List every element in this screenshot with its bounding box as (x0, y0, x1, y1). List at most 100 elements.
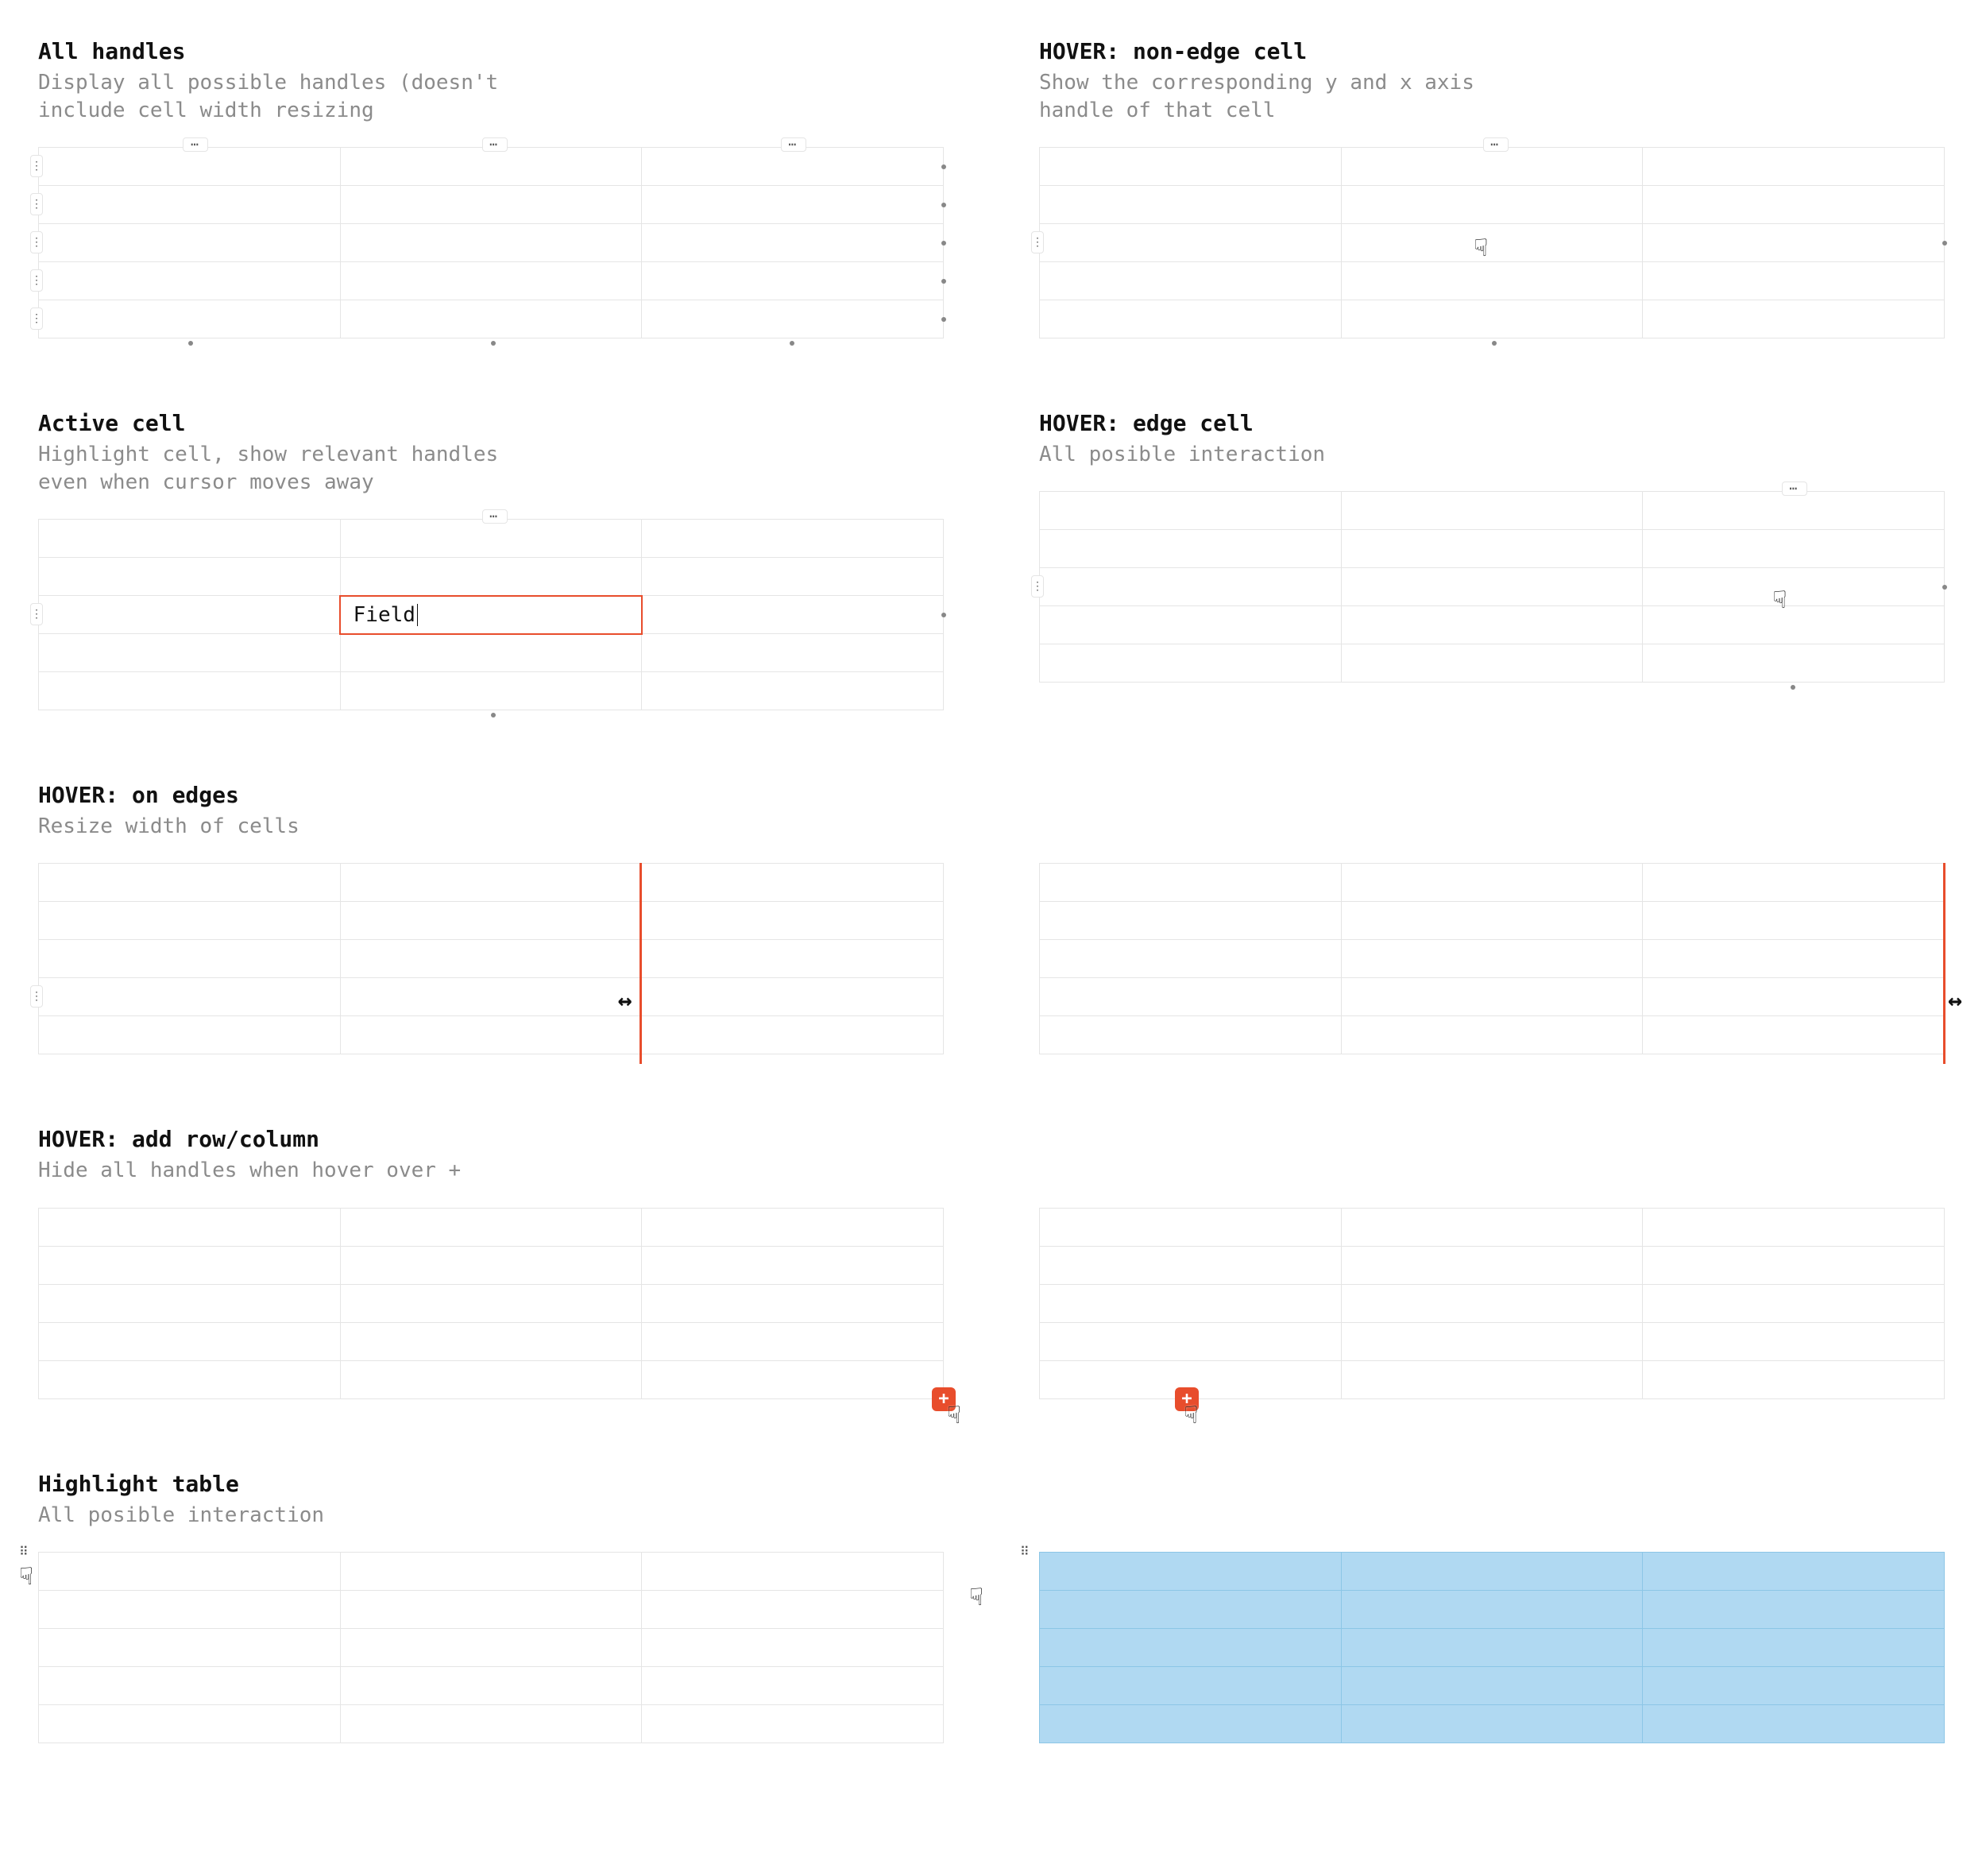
edge-dot-icon[interactable] (941, 164, 946, 169)
table-row (39, 224, 944, 262)
row-handle-icon[interactable]: ⋮ (30, 193, 43, 215)
table-row (39, 1360, 944, 1398)
table-row (1040, 568, 1945, 606)
row-handle-icon[interactable]: ⋮ (30, 155, 43, 177)
table[interactable] (38, 1208, 944, 1399)
heading: HOVER: non-edge cell (1039, 38, 1945, 64)
table-row (39, 902, 944, 940)
section-active-cell: Active cell Highlight cell, show relevan… (38, 410, 944, 710)
col-handle-icon[interactable]: ⋯ (1483, 137, 1509, 152)
table-row (39, 520, 944, 558)
heading: HOVER: add row/column (38, 1126, 1945, 1152)
column-resize-handle[interactable] (639, 863, 642, 1064)
heading: All handles (38, 38, 944, 64)
edge-dot-icon[interactable] (1942, 585, 1947, 590)
table-row (1040, 1208, 1945, 1246)
edge-dot-icon[interactable] (1492, 341, 1497, 346)
subheading: Highlight cell, show relevant handles ev… (38, 441, 531, 497)
table-row (39, 1704, 944, 1743)
edge-dot-icon[interactable] (941, 241, 946, 246)
subheading: Display all possible handles (doesn't in… (38, 69, 531, 125)
table-row (39, 1552, 944, 1590)
table-row (39, 864, 944, 902)
table-row (39, 1284, 944, 1322)
table[interactable] (1039, 491, 1945, 683)
row-handle-icon[interactable]: ⋮ (30, 269, 43, 292)
subheading: All posible interaction (38, 1502, 531, 1530)
move-handle-icon[interactable]: ⠿ (1020, 1545, 1034, 1560)
edge-dot-icon[interactable] (1791, 685, 1795, 690)
col-handle-icon[interactable]: ⋯ (183, 137, 208, 152)
subheading: Resize width of cells (38, 813, 531, 841)
table[interactable] (1039, 1208, 1945, 1399)
edge-dot-icon[interactable] (941, 279, 946, 284)
subheading: Show the corresponding y and x axis hand… (1039, 69, 1532, 125)
edge-dot-icon[interactable] (491, 713, 496, 718)
hand-cursor-icon: ☟ (969, 1584, 983, 1611)
table-row (1040, 940, 1945, 978)
edge-dot-icon[interactable] (790, 341, 794, 346)
move-handle-icon[interactable]: ⠿ (19, 1545, 33, 1560)
edge-dot-icon[interactable] (941, 613, 946, 617)
col-handle-icon[interactable]: ⋯ (482, 509, 508, 524)
table[interactable]: Field (38, 519, 944, 710)
resize-cursor-icon: ↔ (1948, 987, 1962, 1015)
row-handle-icon[interactable]: ⋮ (30, 985, 43, 1008)
table-row (39, 978, 944, 1016)
table-row (39, 300, 944, 338)
row-handle-icon[interactable]: ⋮ (30, 231, 43, 253)
table[interactable] (1039, 147, 1945, 338)
active-cell[interactable]: Field (340, 596, 642, 634)
table-row (39, 1666, 944, 1704)
subheading: Hide all handles when hover over + (38, 1157, 531, 1185)
table-row (39, 940, 944, 978)
section-highlight-table: Highlight table All posible interaction … (38, 1471, 1945, 1743)
table-row (1040, 300, 1945, 338)
table-row: Field (39, 596, 944, 634)
subheading: All posible interaction (1039, 441, 1532, 469)
section-hover-add: HOVER: add row/column Hide all handles w… (38, 1126, 1945, 1398)
section-hover-on-edges: HOVER: on edges Resize width of cells ⋮ … (38, 782, 1945, 1054)
heading: Highlight table (38, 1471, 1945, 1497)
row-handle-icon[interactable]: ⋮ (30, 603, 43, 625)
table-row (1040, 1246, 1945, 1284)
hand-cursor-icon: ☟ (19, 1563, 33, 1591)
edge-dot-icon[interactable] (188, 341, 193, 346)
add-button[interactable]: + (1175, 1387, 1199, 1411)
edge-dot-icon[interactable] (1942, 241, 1947, 246)
col-handle-icon[interactable]: ⋯ (1782, 482, 1807, 496)
table-row (39, 186, 944, 224)
table-row (1040, 262, 1945, 300)
table[interactable] (38, 863, 944, 1054)
table-row (1040, 864, 1945, 902)
table-row (1040, 224, 1945, 262)
edge-dot-icon[interactable] (941, 317, 946, 322)
edge-dot-icon[interactable] (941, 203, 946, 207)
edge-dot-icon[interactable] (491, 341, 496, 346)
cell-text: Field (354, 603, 415, 627)
row-handle-icon[interactable]: ⋮ (1031, 575, 1044, 598)
table[interactable] (38, 147, 944, 338)
table-row (39, 672, 944, 710)
section-hover-edge: HOVER: edge cell All posible interaction… (1039, 410, 1945, 710)
table-row (1040, 492, 1945, 530)
add-button[interactable]: + (932, 1387, 956, 1411)
table-row (1040, 978, 1945, 1016)
table-row (1040, 148, 1945, 186)
col-handle-icon[interactable]: ⋯ (482, 137, 508, 152)
table[interactable] (38, 1552, 944, 1743)
col-handle-icon[interactable]: ⋯ (781, 137, 806, 152)
table-row (1040, 902, 1945, 940)
table-row (1040, 1590, 1945, 1628)
row-handle-icon[interactable]: ⋮ (1031, 231, 1044, 253)
heading: HOVER: edge cell (1039, 410, 1945, 436)
table[interactable] (1039, 863, 1945, 1054)
table-row (39, 634, 944, 672)
table-highlighted[interactable] (1039, 1552, 1945, 1743)
table-row (39, 1322, 944, 1360)
column-resize-handle[interactable] (1943, 863, 1945, 1064)
table-row (1040, 1666, 1945, 1704)
table-row (39, 148, 944, 186)
table-row (1040, 1322, 1945, 1360)
row-handle-icon[interactable]: ⋮ (30, 308, 43, 330)
